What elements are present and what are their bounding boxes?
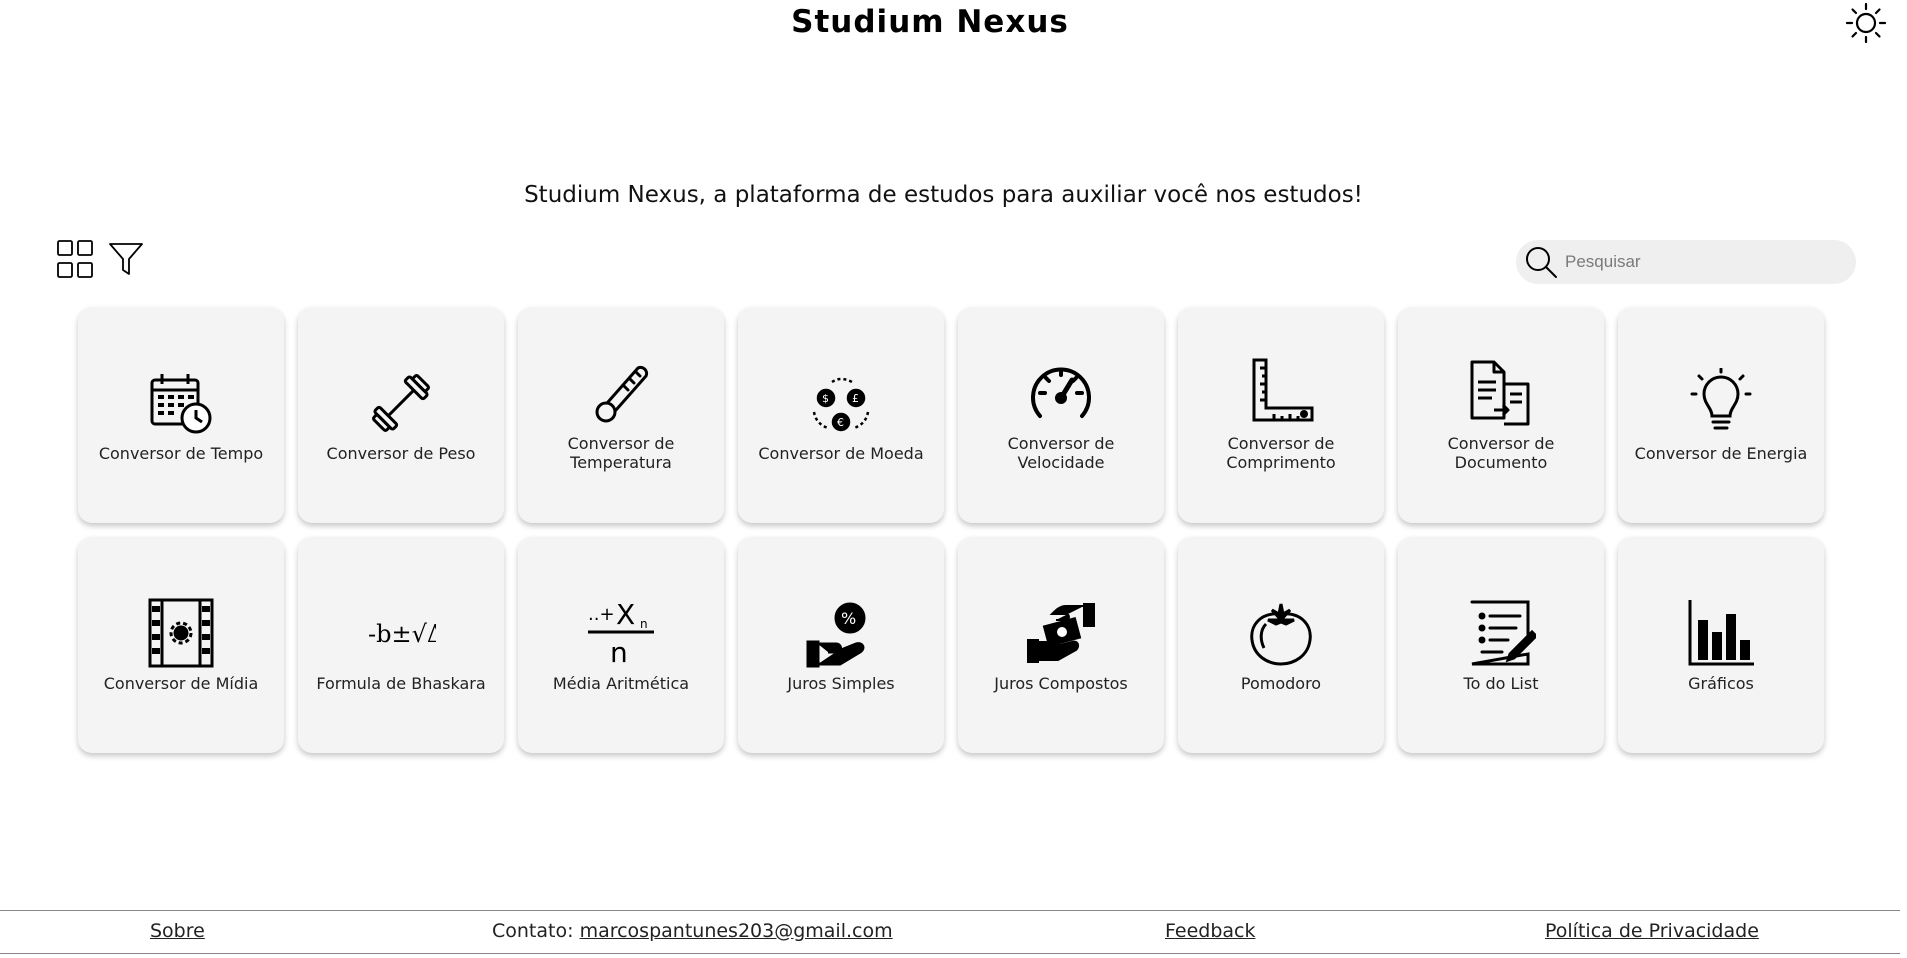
formula-icon: -b±√Δ <box>368 620 436 648</box>
card-pomodoro[interactable]: Pomodoro <box>1178 537 1384 753</box>
card-label: Conversor de Tempo <box>98 443 264 463</box>
card-label: Conversor de Peso <box>326 443 476 463</box>
card-label: Formula de Bhaskara <box>316 673 486 693</box>
view-toolbar <box>56 238 144 280</box>
speedometer-icon <box>1031 367 1091 418</box>
card-label: Pomodoro <box>1240 673 1322 693</box>
card-media-aritmetica[interactable]: ..+ X n n Média Aritmética <box>518 537 724 753</box>
svg-text:£: £ <box>852 392 859 405</box>
filter-button[interactable] <box>108 240 144 278</box>
footer-privacy-link[interactable]: Política de Privacidade <box>1545 920 1759 942</box>
tomato-icon <box>1250 603 1312 666</box>
hand-money-icon <box>1027 602 1095 663</box>
film-icon <box>148 598 214 667</box>
sun-icon <box>1845 2 1887 44</box>
svg-text:X: X <box>616 598 635 631</box>
search-bar <box>1516 240 1856 284</box>
card-juros-simples[interactable]: % Juros Simples <box>738 537 944 753</box>
card-conversor-de-energia[interactable]: Conversor de Energia <box>1618 307 1824 523</box>
grid-view-button[interactable] <box>56 238 94 280</box>
theme-toggle-button[interactable] <box>1843 0 1889 46</box>
card-graficos[interactable]: Gráficos <box>1618 537 1824 753</box>
card-to-do-list[interactable]: To do List <box>1398 537 1604 753</box>
footer: Sobre Contato: marcospantunes203@gmail.c… <box>0 910 1900 954</box>
card-label: Conversor de Comprimento <box>1226 434 1336 472</box>
search-icon[interactable] <box>1521 242 1561 282</box>
card-conversor-de-temperatura[interactable]: Conversor de Temperatura <box>518 307 724 523</box>
tagline: Studium Nexus, a plataforma de estudos p… <box>524 182 1363 208</box>
dumbbell-icon <box>372 373 430 432</box>
search-input[interactable] <box>1563 251 1837 273</box>
filter-icon <box>109 243 143 275</box>
ruler-icon <box>1252 358 1314 422</box>
card-conversor-de-documento[interactable]: Conversor de Documento <box>1398 307 1604 523</box>
card-conversor-de-tempo[interactable]: Conversor de Tempo <box>78 307 284 523</box>
svg-text:€: € <box>837 416 844 429</box>
svg-text:n: n <box>640 617 648 631</box>
card-label: Gráficos <box>1688 673 1754 693</box>
footer-contact-email-link[interactable]: marcospantunes203@gmail.com <box>580 920 893 942</box>
calendar-clock-icon <box>150 373 212 433</box>
document-convert-icon <box>1470 360 1530 426</box>
card-label: Média Aritmética <box>552 673 690 693</box>
card-conversor-de-velocidade[interactable]: Conversor de Velocidade <box>958 307 1164 523</box>
average-icon: ..+ X n n <box>588 598 654 668</box>
card-juros-compostos[interactable]: Juros Compostos <box>958 537 1164 753</box>
grid-view-icon <box>57 240 93 278</box>
card-conversor-de-peso[interactable]: Conversor de Peso <box>298 307 504 523</box>
svg-text:$: $ <box>822 392 829 405</box>
card-label: Conversor de Moeda <box>758 443 924 463</box>
footer-about-link[interactable]: Sobre <box>150 920 205 942</box>
card-label: Conversor de Velocidade <box>1007 434 1115 472</box>
footer-contact-label: Contato: <box>492 920 574 942</box>
lightbulb-icon <box>1690 367 1752 429</box>
thermometer-icon <box>595 365 649 423</box>
svg-text:-b±√Δ: -b±√Δ <box>368 620 436 648</box>
card-label: Conversor de Temperatura <box>567 434 675 472</box>
card-label: Juros Compostos <box>994 673 1128 693</box>
card-conversor-de-moeda[interactable]: $ £ € Conversor de Moeda <box>738 307 944 523</box>
card-label: Conversor de Energia <box>1634 443 1808 463</box>
bar-chart-icon <box>1688 599 1754 665</box>
footer-contact: Contato: marcospantunes203@gmail.com <box>492 920 893 942</box>
card-label: Conversor de Documento <box>1447 434 1555 472</box>
card-label: Juros Simples <box>787 673 895 693</box>
checklist-icon <box>1470 600 1536 665</box>
footer-feedback-link[interactable]: Feedback <box>1165 920 1255 942</box>
card-conversor-de-midia[interactable]: Conversor de Mídia <box>78 537 284 753</box>
tools-grid: Conversor de Tempo Conversor de Peso Con… <box>78 307 1824 753</box>
hand-percent-icon: % <box>806 602 866 667</box>
svg-text:..+: ..+ <box>588 604 615 625</box>
card-conversor-de-comprimento[interactable]: Conversor de Comprimento <box>1178 307 1384 523</box>
currency-exchange-icon: $ £ € <box>812 377 870 431</box>
card-label: To do List <box>1463 673 1539 693</box>
svg-text:%: % <box>841 609 856 628</box>
app-title: Studium Nexus <box>791 4 1069 40</box>
card-formula-de-bhaskara[interactable]: -b±√Δ Formula de Bhaskara <box>298 537 504 753</box>
card-label: Conversor de Mídia <box>103 673 259 693</box>
svg-text:n: n <box>610 636 628 668</box>
